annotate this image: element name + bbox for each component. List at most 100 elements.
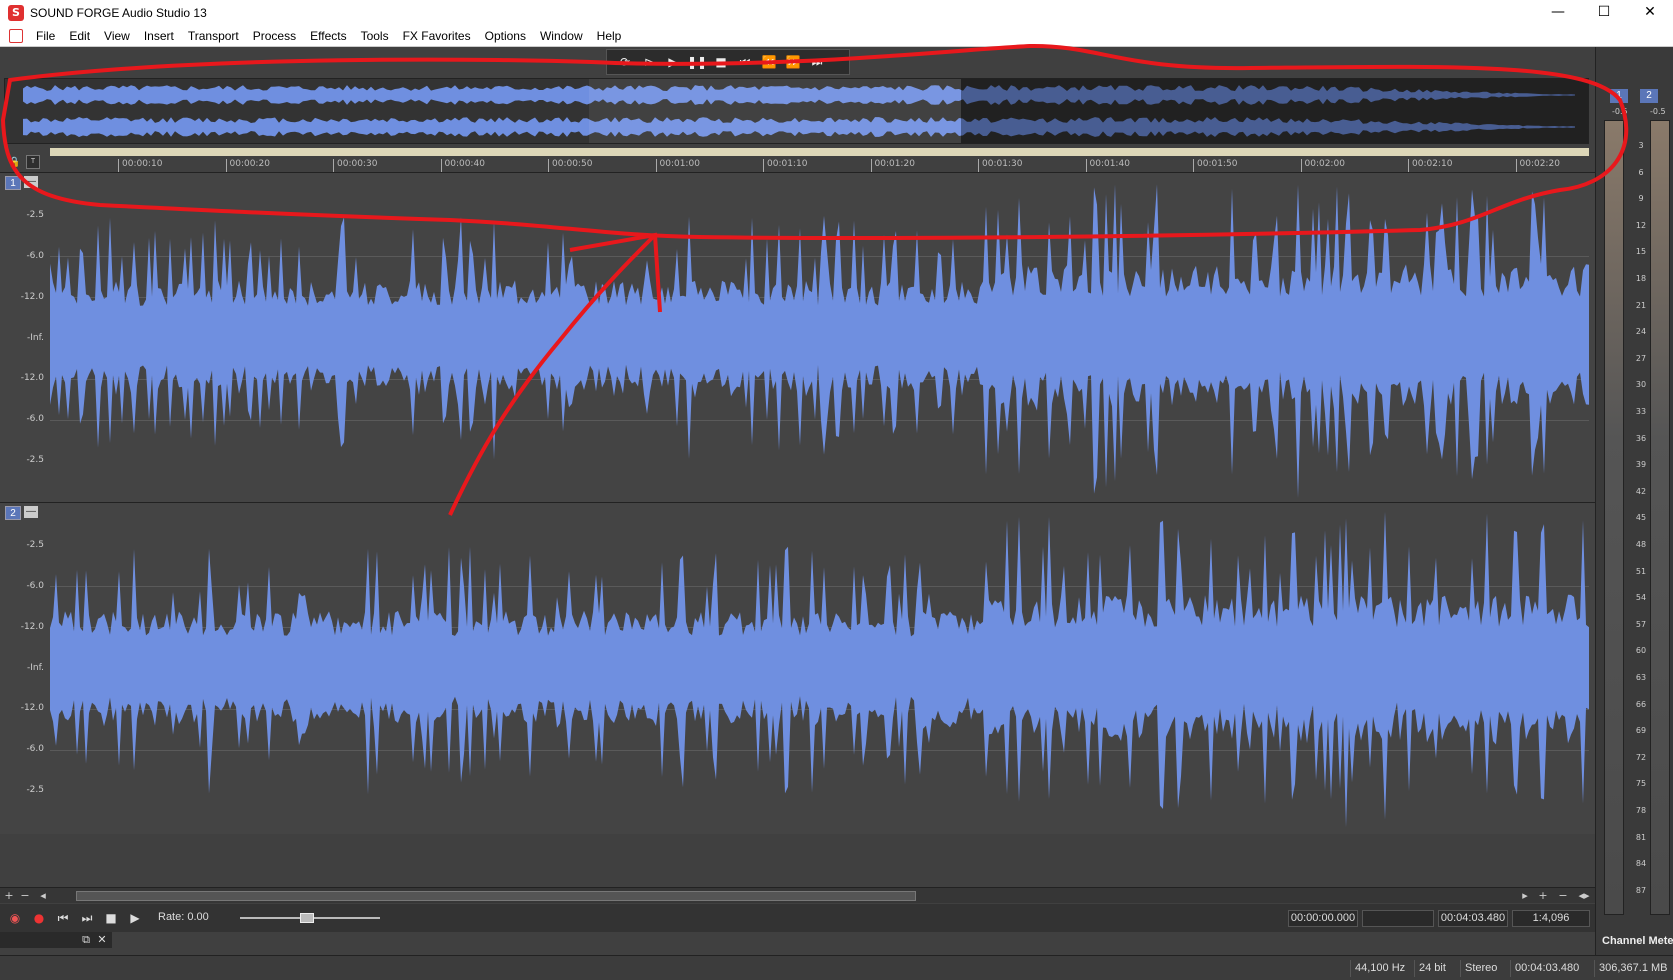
loop-icon[interactable]: ⟳ <box>613 51 637 73</box>
pause-icon[interactable]: ❚❚ <box>685 51 709 73</box>
waveform-path <box>50 511 1589 828</box>
selection-length-time[interactable]: 00:04:03.480 <box>1438 910 1508 927</box>
channel-2-number[interactable]: 2 <box>5 506 21 520</box>
db-label: -2.5 <box>26 540 44 550</box>
db-label: -2.5 <box>26 210 44 220</box>
meter-2-badge[interactable]: 2 <box>1640 89 1658 103</box>
stop-icon[interactable]: ■ <box>102 909 120 927</box>
document-window-controls: ⧉ ✕ <box>0 932 112 948</box>
meter-scale-label: 3 <box>1638 141 1644 150</box>
record-arm-icon[interactable]: ◉ <box>6 909 24 927</box>
restore-icon[interactable]: ⧉ <box>80 932 92 948</box>
overview-visible-region[interactable] <box>589 79 961 143</box>
ruler-tick-label: 00:00:10 <box>118 159 162 173</box>
play-from-start-icon[interactable]: ⊳ <box>637 51 661 73</box>
menu-options[interactable]: Options <box>478 25 533 47</box>
selection-bar[interactable] <box>50 148 1589 156</box>
play-icon[interactable]: ▶ <box>126 909 144 927</box>
meter-scale-label: 21 <box>1635 300 1647 310</box>
channel-1-number[interactable]: 1 <box>5 176 21 190</box>
db-label: -2.5 <box>26 785 44 795</box>
rate-slider-thumb[interactable] <box>300 913 314 923</box>
meter-1-bar <box>1604 120 1624 915</box>
meter-scale-label: 84 <box>1635 859 1647 869</box>
level-zoom-out-icon[interactable]: − <box>1556 888 1570 904</box>
status-bit-depth: 24 bit <box>1414 960 1450 977</box>
meter-scale-label: 27 <box>1635 353 1647 363</box>
menu-transport[interactable]: Transport <box>181 25 246 47</box>
overview-waveform[interactable] <box>4 78 1589 144</box>
meter-scale-label: 48 <box>1635 540 1647 549</box>
db-label: -Inf. <box>27 333 44 343</box>
channel-2[interactable]: 2 — -2.5 -6.0 -12.0 -Inf. -12.0 -6.0 -2.… <box>0 502 1595 834</box>
status-length: 00:04:03.480 <box>1510 960 1583 977</box>
channel-1-waveform[interactable] <box>50 173 1589 502</box>
meter-scale-label: 63 <box>1635 673 1647 682</box>
go-to-end-icon[interactable]: ⏭ <box>805 51 829 73</box>
zoom-out-icon[interactable]: − <box>18 888 32 904</box>
floating-transport-toolbar: ⟳ ⊳ ▶ ❚❚ ■ ⏮ ⏪ ⏩ ⏭ <box>606 49 850 75</box>
zoom-in-icon[interactable]: + <box>2 888 16 904</box>
menu-insert[interactable]: Insert <box>137 25 181 47</box>
menu-edit[interactable]: Edit <box>62 25 97 47</box>
play-icon[interactable]: ▶ <box>661 51 685 73</box>
meter-2-peak: -0.5 <box>1650 107 1666 116</box>
fast-forward-icon[interactable]: ⏩ <box>781 51 805 73</box>
ruler-tick-label: 00:02:20 <box>1515 159 1560 173</box>
ruler-tick-label: 00:02:00 <box>1300 159 1345 173</box>
channel-1-collapse-button[interactable]: — <box>24 176 38 188</box>
zoom-fit-icon[interactable]: ◂▸ <box>1574 888 1594 904</box>
menu-effects[interactable]: Effects <box>303 25 353 47</box>
ruler-tick-label: 00:00:50 <box>548 159 592 173</box>
selection-start-time[interactable]: 00:00:00.000 <box>1288 910 1358 927</box>
scroll-right-icon[interactable]: ▸ <box>1518 888 1532 904</box>
menu-window[interactable]: Window <box>533 25 590 47</box>
go-to-end-icon[interactable]: ⏭ <box>78 909 96 927</box>
db-label: -12.0 <box>20 622 44 632</box>
rate-slider[interactable] <box>240 913 380 923</box>
scroll-thumb[interactable] <box>76 891 916 901</box>
close-button[interactable]: ✕ <box>1627 0 1673 25</box>
minimize-button[interactable]: — <box>1535 0 1581 25</box>
document-icon[interactable] <box>9 28 23 43</box>
menu-help[interactable]: Help <box>590 25 629 47</box>
meter-scale-label: 36 <box>1635 433 1647 443</box>
stop-icon[interactable]: ■ <box>709 51 733 73</box>
maximize-button[interactable]: ☐ <box>1581 0 1627 25</box>
db-label: -6.0 <box>26 581 44 591</box>
status-sample-rate: 44,100 Hz <box>1350 960 1409 977</box>
ruler-tick-label: 00:01:00 <box>655 159 700 173</box>
menu-view[interactable]: View <box>97 25 137 47</box>
menu-tools[interactable]: Tools <box>354 25 396 47</box>
ruler-tick-label: 00:00:30 <box>333 159 377 173</box>
close-icon[interactable]: ✕ <box>96 932 108 948</box>
go-to-start-icon[interactable]: ⏮ <box>54 909 72 927</box>
channel-2-waveform-graphic <box>50 511 1589 828</box>
menu-fx-favorites[interactable]: FX Favorites <box>396 25 478 47</box>
go-to-start-icon[interactable]: ⏮ <box>733 51 757 73</box>
channel-1[interactable]: 1 — -2.5 -6.0 -12.0 -Inf. -12.0 -6.0 -2.… <box>0 172 1595 502</box>
ruler-tick-label: 00:02:10 <box>1408 159 1452 173</box>
ruler-tick-label: 00:00:40 <box>440 159 485 173</box>
channel-2-waveform[interactable] <box>50 503 1589 834</box>
meter-scale-label: 42 <box>1635 486 1647 496</box>
horizontal-scrollbar[interactable]: + − ◂ ▸ + − ◂▸ <box>0 887 1595 903</box>
meter-1-badge[interactable]: 1 <box>1610 89 1628 103</box>
meter-scale-label: 60 <box>1635 646 1647 656</box>
lock-icon[interactable]: 🔒 <box>8 157 20 169</box>
zoom-ratio[interactable]: 1:4,096 <box>1512 910 1590 927</box>
overview-unviewed-region <box>961 79 1588 143</box>
channel-2-collapse-button[interactable]: — <box>24 506 38 518</box>
app-logo-icon: S <box>8 4 24 21</box>
selection-end-time[interactable] <box>1362 910 1434 927</box>
record-icon[interactable]: ● <box>30 909 48 927</box>
status-disk-space: 306,367.1 MB <box>1594 960 1672 977</box>
level-zoom-in-icon[interactable]: + <box>1536 888 1550 904</box>
meter-panel-title: Channel Meters <box>1602 935 1673 947</box>
meter-scale-label: 75 <box>1635 779 1647 789</box>
ruler-marker-icon[interactable]: T <box>26 155 40 169</box>
scroll-left-icon[interactable]: ◂ <box>36 888 50 904</box>
rewind-icon[interactable]: ⏪ <box>757 51 781 73</box>
menu-process[interactable]: Process <box>246 25 303 47</box>
menu-file[interactable]: File <box>29 25 62 47</box>
